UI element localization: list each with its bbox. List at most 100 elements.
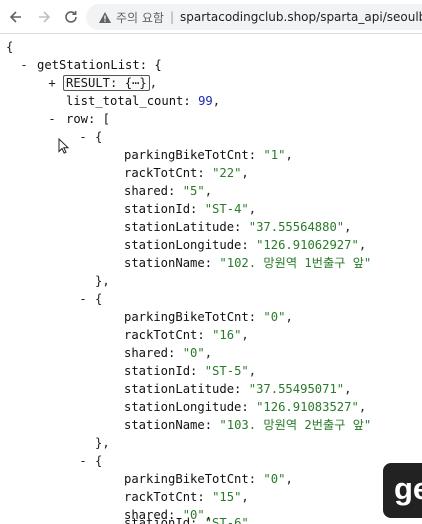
json-value-string: "16" — [212, 328, 242, 342]
json-key-stationName: stationName: — [124, 418, 220, 432]
json-key-stationLatitude: stationLatitude: — [124, 382, 249, 396]
json-value-number: 99 — [198, 94, 213, 108]
json-comma: , — [149, 76, 158, 90]
reload-button[interactable] — [61, 7, 81, 27]
json-value-string: "22" — [212, 166, 242, 180]
json-comma: , — [344, 220, 352, 234]
address-separator: | — [169, 10, 175, 24]
json-comma: , — [204, 346, 213, 360]
json-brace: }, — [95, 274, 110, 288]
collapse-toggle[interactable]: - — [77, 128, 89, 147]
json-value-string: "0" — [182, 346, 205, 360]
collapsed-result-node[interactable]: RESULT: {⋯} — [63, 75, 150, 91]
collapse-toggle[interactable]: - — [46, 110, 58, 129]
json-comma: , — [285, 148, 293, 162]
json-line: stationLatitude: "37.55495071", — [124, 380, 351, 399]
json-value-string: "102. 망원역 1번출구 앞" — [219, 256, 372, 270]
json-key-rackTotCnt: rackTotCnt: — [124, 166, 213, 180]
json-key-list_total_count: list_total_count: — [66, 94, 199, 108]
url-text[interactable]: spartacodingclub.shop/sparta_api/seoulbi… — [180, 10, 422, 24]
json-key-shared: shared: — [124, 346, 183, 360]
json-key-stationLongitude: stationLongitude: — [124, 400, 257, 414]
json-value-string: "37.55495071" — [248, 382, 345, 396]
json-line: }, — [95, 272, 110, 291]
json-key-rackTotCnt: rackTotCnt: — [124, 328, 213, 342]
json-brace: { — [95, 130, 103, 144]
json-brace: { — [6, 40, 14, 54]
json-key-rackTotCnt: rackTotCnt: — [124, 490, 213, 504]
json-line: stationId: "ST-6" — [124, 514, 249, 524]
collapse-toggle[interactable]: - — [77, 290, 89, 309]
json-comma: , — [241, 166, 249, 180]
json-value-string: "0" — [263, 472, 286, 486]
json-comma: , — [241, 490, 249, 504]
json-key-parkingBikeTotCnt: parkingBikeTotCnt: — [124, 148, 264, 162]
json-key-stationId: stationId: — [124, 364, 205, 378]
json-key-row: row: [ — [66, 112, 111, 126]
reload-icon — [65, 11, 77, 23]
json-comma: , — [344, 382, 352, 396]
json-key-stationId: stationId: — [124, 516, 205, 524]
json-comma: , — [204, 184, 213, 198]
address-bar[interactable]: 주의 요함 | spartacodingclub.shop/sparta_api… — [86, 4, 422, 30]
expand-toggle[interactable]: + — [46, 74, 58, 93]
collapse-toggle[interactable]: - — [18, 56, 30, 75]
json-value-string: "ST-5" — [204, 364, 249, 378]
json-line: parkingBikeTotCnt: "0", — [124, 308, 293, 327]
json-line: parkingBikeTotCnt: "0", — [124, 470, 293, 489]
json-key-parkingBikeTotCnt: parkingBikeTotCnt: — [124, 310, 264, 324]
json-brace: { — [95, 454, 103, 468]
json-line: stationLatitude: "37.55564880", — [124, 218, 351, 237]
json-comma: , — [241, 328, 249, 342]
json-comma: , — [285, 472, 293, 486]
json-brace: { — [95, 292, 103, 306]
json-line: stationName: "103. 망원역 2번출구 앞" — [124, 416, 371, 435]
floating-overlay-widget[interactable]: ge — [383, 463, 422, 518]
json-line: parkingBikeTotCnt: "1", — [124, 146, 293, 165]
json-key-stationId: stationId: — [124, 202, 205, 216]
json-key-stationLatitude: stationLatitude: — [124, 220, 249, 234]
json-comma: , — [212, 94, 221, 108]
json-comma: , — [248, 202, 257, 216]
json-key-getStationList: getStationList: { — [37, 58, 162, 72]
json-line: shared: "5", — [124, 182, 212, 201]
json-line: rackTotCnt: "22", — [124, 164, 249, 183]
json-value-string: "126.91083527" — [256, 400, 359, 414]
json-key-parkingBikeTotCnt: parkingBikeTotCnt: — [124, 472, 264, 486]
json-value-string: "15" — [212, 490, 242, 504]
json-value-string: "1" — [263, 148, 286, 162]
collapse-toggle[interactable]: - — [77, 452, 89, 471]
security-label[interactable]: 주의 요함 — [116, 9, 164, 26]
json-value-string: "0" — [263, 310, 286, 324]
browser-toolbar: 주의 요함 | spartacodingclub.shop/sparta_api… — [0, 0, 422, 34]
json-value-string: "37.55564880" — [248, 220, 345, 234]
json-line: rackTotCnt: "15", — [124, 488, 249, 507]
json-line: stationLongitude: "126.91062927", — [124, 236, 366, 255]
json-line: stationLongitude: "126.91083527", — [124, 398, 366, 417]
json-comma: , — [285, 310, 293, 324]
json-value-string: "103. 망원역 2번출구 앞" — [219, 418, 372, 432]
overlay-label: ge — [394, 471, 422, 506]
json-line: stationId: "ST-4", — [124, 200, 256, 219]
json-comma: , — [358, 400, 367, 414]
json-value-string: "ST-4" — [204, 202, 249, 216]
arrow-right-icon — [39, 11, 51, 23]
json-line: }, — [95, 434, 110, 453]
json-line: shared: "0", — [124, 344, 212, 363]
mouse-cursor-icon — [58, 138, 69, 154]
json-value-string: "126.91062927" — [256, 238, 359, 252]
json-comma: , — [358, 238, 367, 252]
json-line: stationName: "102. 망원역 1번출구 앞" — [124, 254, 371, 273]
json-line: stationId: "ST-5", — [124, 362, 256, 381]
json-comma: , — [248, 364, 257, 378]
json-value-string: "ST-6" — [204, 516, 249, 524]
forward-button[interactable] — [34, 7, 54, 27]
back-button[interactable] — [6, 7, 26, 27]
json-key-stationName: stationName: — [124, 256, 220, 270]
json-key-shared: shared: — [124, 184, 183, 198]
warning-icon — [98, 11, 112, 24]
arrow-left-icon — [9, 11, 21, 23]
json-key-stationLongitude: stationLongitude: — [124, 238, 257, 252]
json-viewer: { - getStationList: { + RESULT: {⋯}, lis… — [0, 34, 422, 524]
json-value-string: "5" — [182, 184, 205, 198]
